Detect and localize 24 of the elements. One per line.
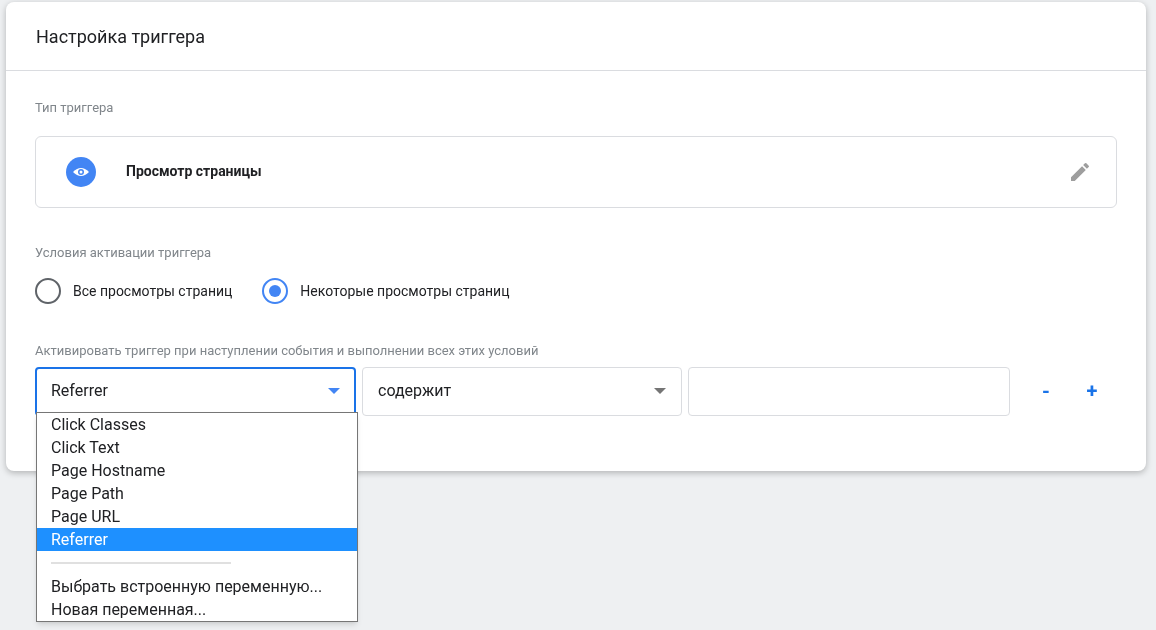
menu-item[interactable]: Click Classes <box>37 413 357 436</box>
add-condition-button[interactable]: + <box>1072 376 1112 406</box>
menu-item[interactable]: Page Hostname <box>37 459 357 482</box>
value-field[interactable] <box>688 366 1010 416</box>
radio-label: Некоторые просмотры страниц <box>300 281 510 301</box>
caret-icon <box>654 388 666 394</box>
radio-button[interactable] <box>35 278 61 304</box>
section-label: Активировать триггер при наступлении события и выполнении всех этих условий <box>35 342 540 360</box>
menu-item[interactable]: Выбрать встроенную переменную... <box>37 575 357 598</box>
trigger-type-name: Просмотр страницы <box>126 162 262 181</box>
section-label: Условия активации триггера <box>35 243 213 262</box>
remove-condition-button[interactable]: - <box>1026 376 1066 406</box>
menu-item[interactable]: Click Text <box>37 436 357 459</box>
operator-select[interactable]: содержит <box>362 366 682 416</box>
menu-item[interactable]: Page URL <box>37 505 357 528</box>
card-title: Настройка триггера <box>36 24 205 49</box>
radio-label: Все просмотры страниц <box>73 281 233 301</box>
radio-button[interactable] <box>262 278 289 304</box>
eye-icon <box>66 156 96 187</box>
trigger-type-card[interactable]: Просмотр страницы <box>35 135 1117 208</box>
caret-icon <box>328 388 340 394</box>
section-label: Тип триггера <box>35 99 115 117</box>
menu-item[interactable]: Новая переменная... <box>37 598 357 621</box>
menu-item[interactable]: Page Path <box>37 482 357 505</box>
